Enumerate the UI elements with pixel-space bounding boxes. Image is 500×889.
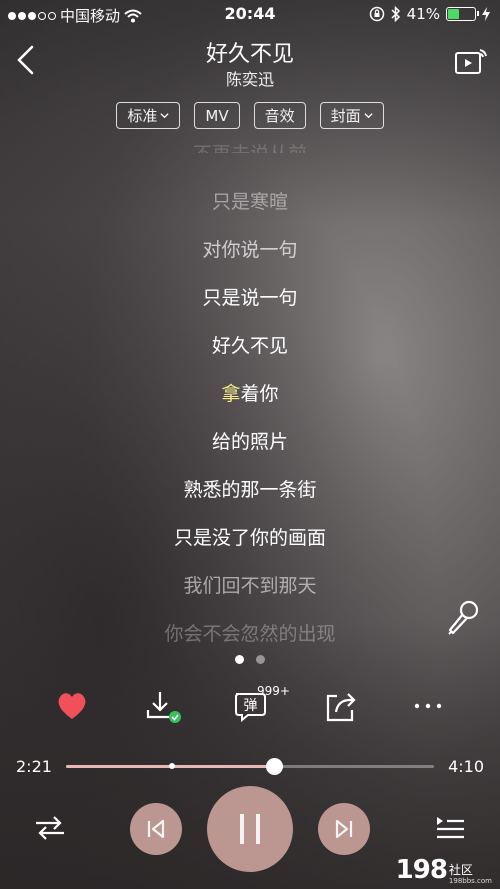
mv-chip[interactable]: MV [194, 102, 240, 129]
elapsed-time: 2:21 [16, 757, 52, 776]
sound-effect-chip-label: 音效 [264, 106, 295, 125]
more-icon[interactable] [408, 688, 448, 724]
bluetooth-icon [391, 6, 400, 22]
lyric-line: 不再去说从前 [0, 139, 500, 153]
play-pause-button[interactable] [207, 786, 293, 872]
song-title: 好久不见 [205, 42, 294, 67]
sound-effect-chip[interactable]: 音效 [253, 102, 306, 129]
lyric-line: 你会不会忽然的出现 [164, 623, 336, 645]
playlist-icon[interactable] [434, 814, 466, 842]
lyric-rest: 着你 [240, 383, 279, 405]
pause-icon [240, 814, 260, 844]
watermark-sub: 198bbs.com [448, 877, 492, 885]
karaoke-mic-icon[interactable] [446, 600, 480, 636]
buffer-marker [169, 763, 176, 769]
rotation-lock-icon [369, 6, 384, 22]
mv-chip-label: MV [205, 106, 229, 125]
status-bar: 中国移动 20:44 41% [0, 0, 500, 28]
previous-button[interactable] [130, 803, 182, 855]
quality-chip-label: 标准 [127, 106, 158, 125]
watermark-text: 社区 [448, 863, 473, 877]
download-icon[interactable] [142, 688, 182, 724]
progress-slider[interactable] [66, 758, 434, 775]
skip-next-icon [335, 819, 353, 839]
skip-previous-icon [147, 819, 165, 839]
cover-chip-label: 封面 [330, 106, 361, 125]
battery-icon [446, 7, 479, 21]
lyric-line: 只是寒暄 [211, 191, 288, 213]
page-indicator [0, 655, 500, 664]
watermark-logo: 198 社区 198bbs.com [396, 855, 492, 885]
watermark-number: 198 [395, 855, 448, 885]
page-dot[interactable] [256, 655, 265, 664]
total-time: 4:10 [448, 757, 484, 776]
artist-name[interactable]: 陈奕迅 [0, 66, 500, 90]
chevron-down-icon [160, 113, 169, 119]
lyric-line: 熟悉的那一条街 [183, 479, 317, 501]
quality-chip[interactable]: 标准 [116, 102, 181, 129]
lyric-line: 我们回不到那天 [183, 575, 317, 597]
next-button[interactable] [318, 803, 370, 855]
cover-chip[interactable]: 封面 [319, 102, 384, 129]
page-dot-active[interactable] [235, 655, 244, 664]
share-icon[interactable] [322, 688, 362, 724]
lyric-line: 给的照片 [211, 431, 288, 453]
danmaku-count-badge: 999+ [257, 684, 290, 698]
heart-icon[interactable] [52, 688, 92, 724]
battery-percent: 41% [406, 5, 440, 23]
charging-icon [482, 7, 490, 21]
lyric-highlight: 拿 [221, 383, 241, 405]
progress-knob[interactable] [265, 758, 283, 775]
lyric-line: 只是说一句 [202, 287, 298, 309]
current-lyric-line: 拿着你 [0, 379, 500, 406]
chevron-down-icon [364, 113, 373, 119]
option-chips: 标准 MV 音效 封面 [0, 102, 500, 129]
danmaku-label: 弹 [244, 698, 258, 714]
lyric-line: 只是没了你的画面 [173, 527, 326, 549]
cast-icon[interactable] [454, 48, 488, 76]
lyric-line: 对你说一句 [202, 239, 298, 261]
shuffle-icon[interactable] [34, 814, 66, 842]
lyric-line: 好久不见 [211, 335, 288, 357]
